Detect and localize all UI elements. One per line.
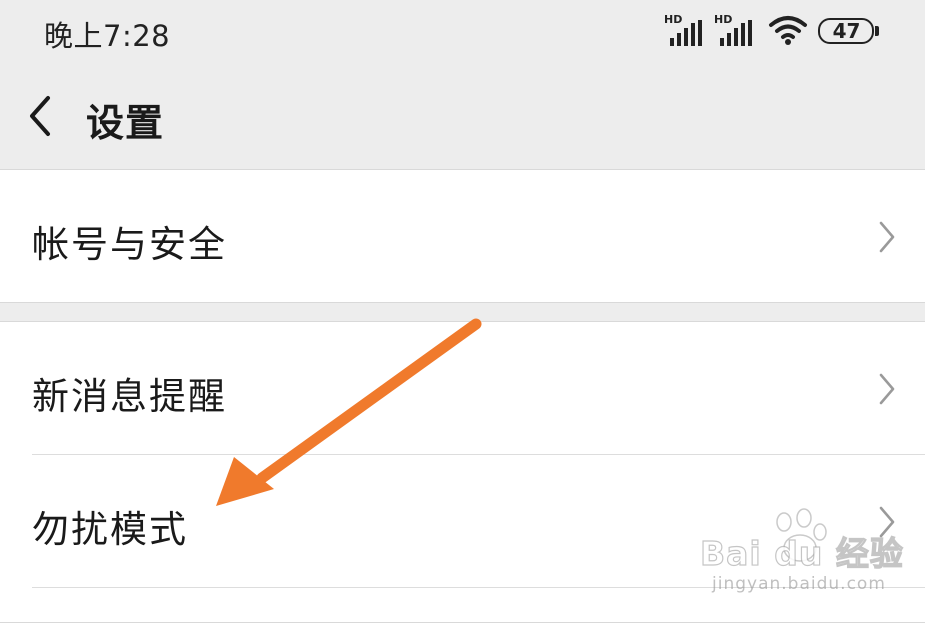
nav-header: 设置 (0, 66, 925, 169)
settings-item-new-message-alert[interactable]: 新消息提醒 (0, 322, 925, 454)
watermark-url: jingyan.baidu.com (712, 574, 886, 594)
settings-item-label: 新消息提醒 (32, 375, 227, 418)
page-title: 设置 (86, 101, 165, 145)
settings-group-account: 帐号与安全 (0, 169, 925, 303)
settings-item-label: 帐号与安全 (32, 223, 227, 266)
status-icons: HD HD 47 (664, 14, 884, 50)
cellular-signal-2-icon: HD (714, 14, 756, 48)
battery-level: 47 (832, 19, 861, 43)
status-time: 晚上7:28 (44, 19, 171, 53)
battery-icon: 47 (818, 18, 880, 44)
back-arrow-icon[interactable] (18, 86, 62, 146)
watermark-brand: Bai du 经验 (699, 533, 904, 573)
cellular-signal-icon: HD (664, 14, 706, 48)
chevron-right-icon (879, 221, 895, 253)
chevron-right-icon (879, 373, 895, 405)
wifi-icon (769, 16, 807, 45)
status-bar: 晚上7:28 HD HD 47 (0, 0, 925, 66)
settings-item-account-security[interactable]: 帐号与安全 (0, 170, 925, 302)
settings-item-label: 勿扰模式 (32, 508, 188, 551)
